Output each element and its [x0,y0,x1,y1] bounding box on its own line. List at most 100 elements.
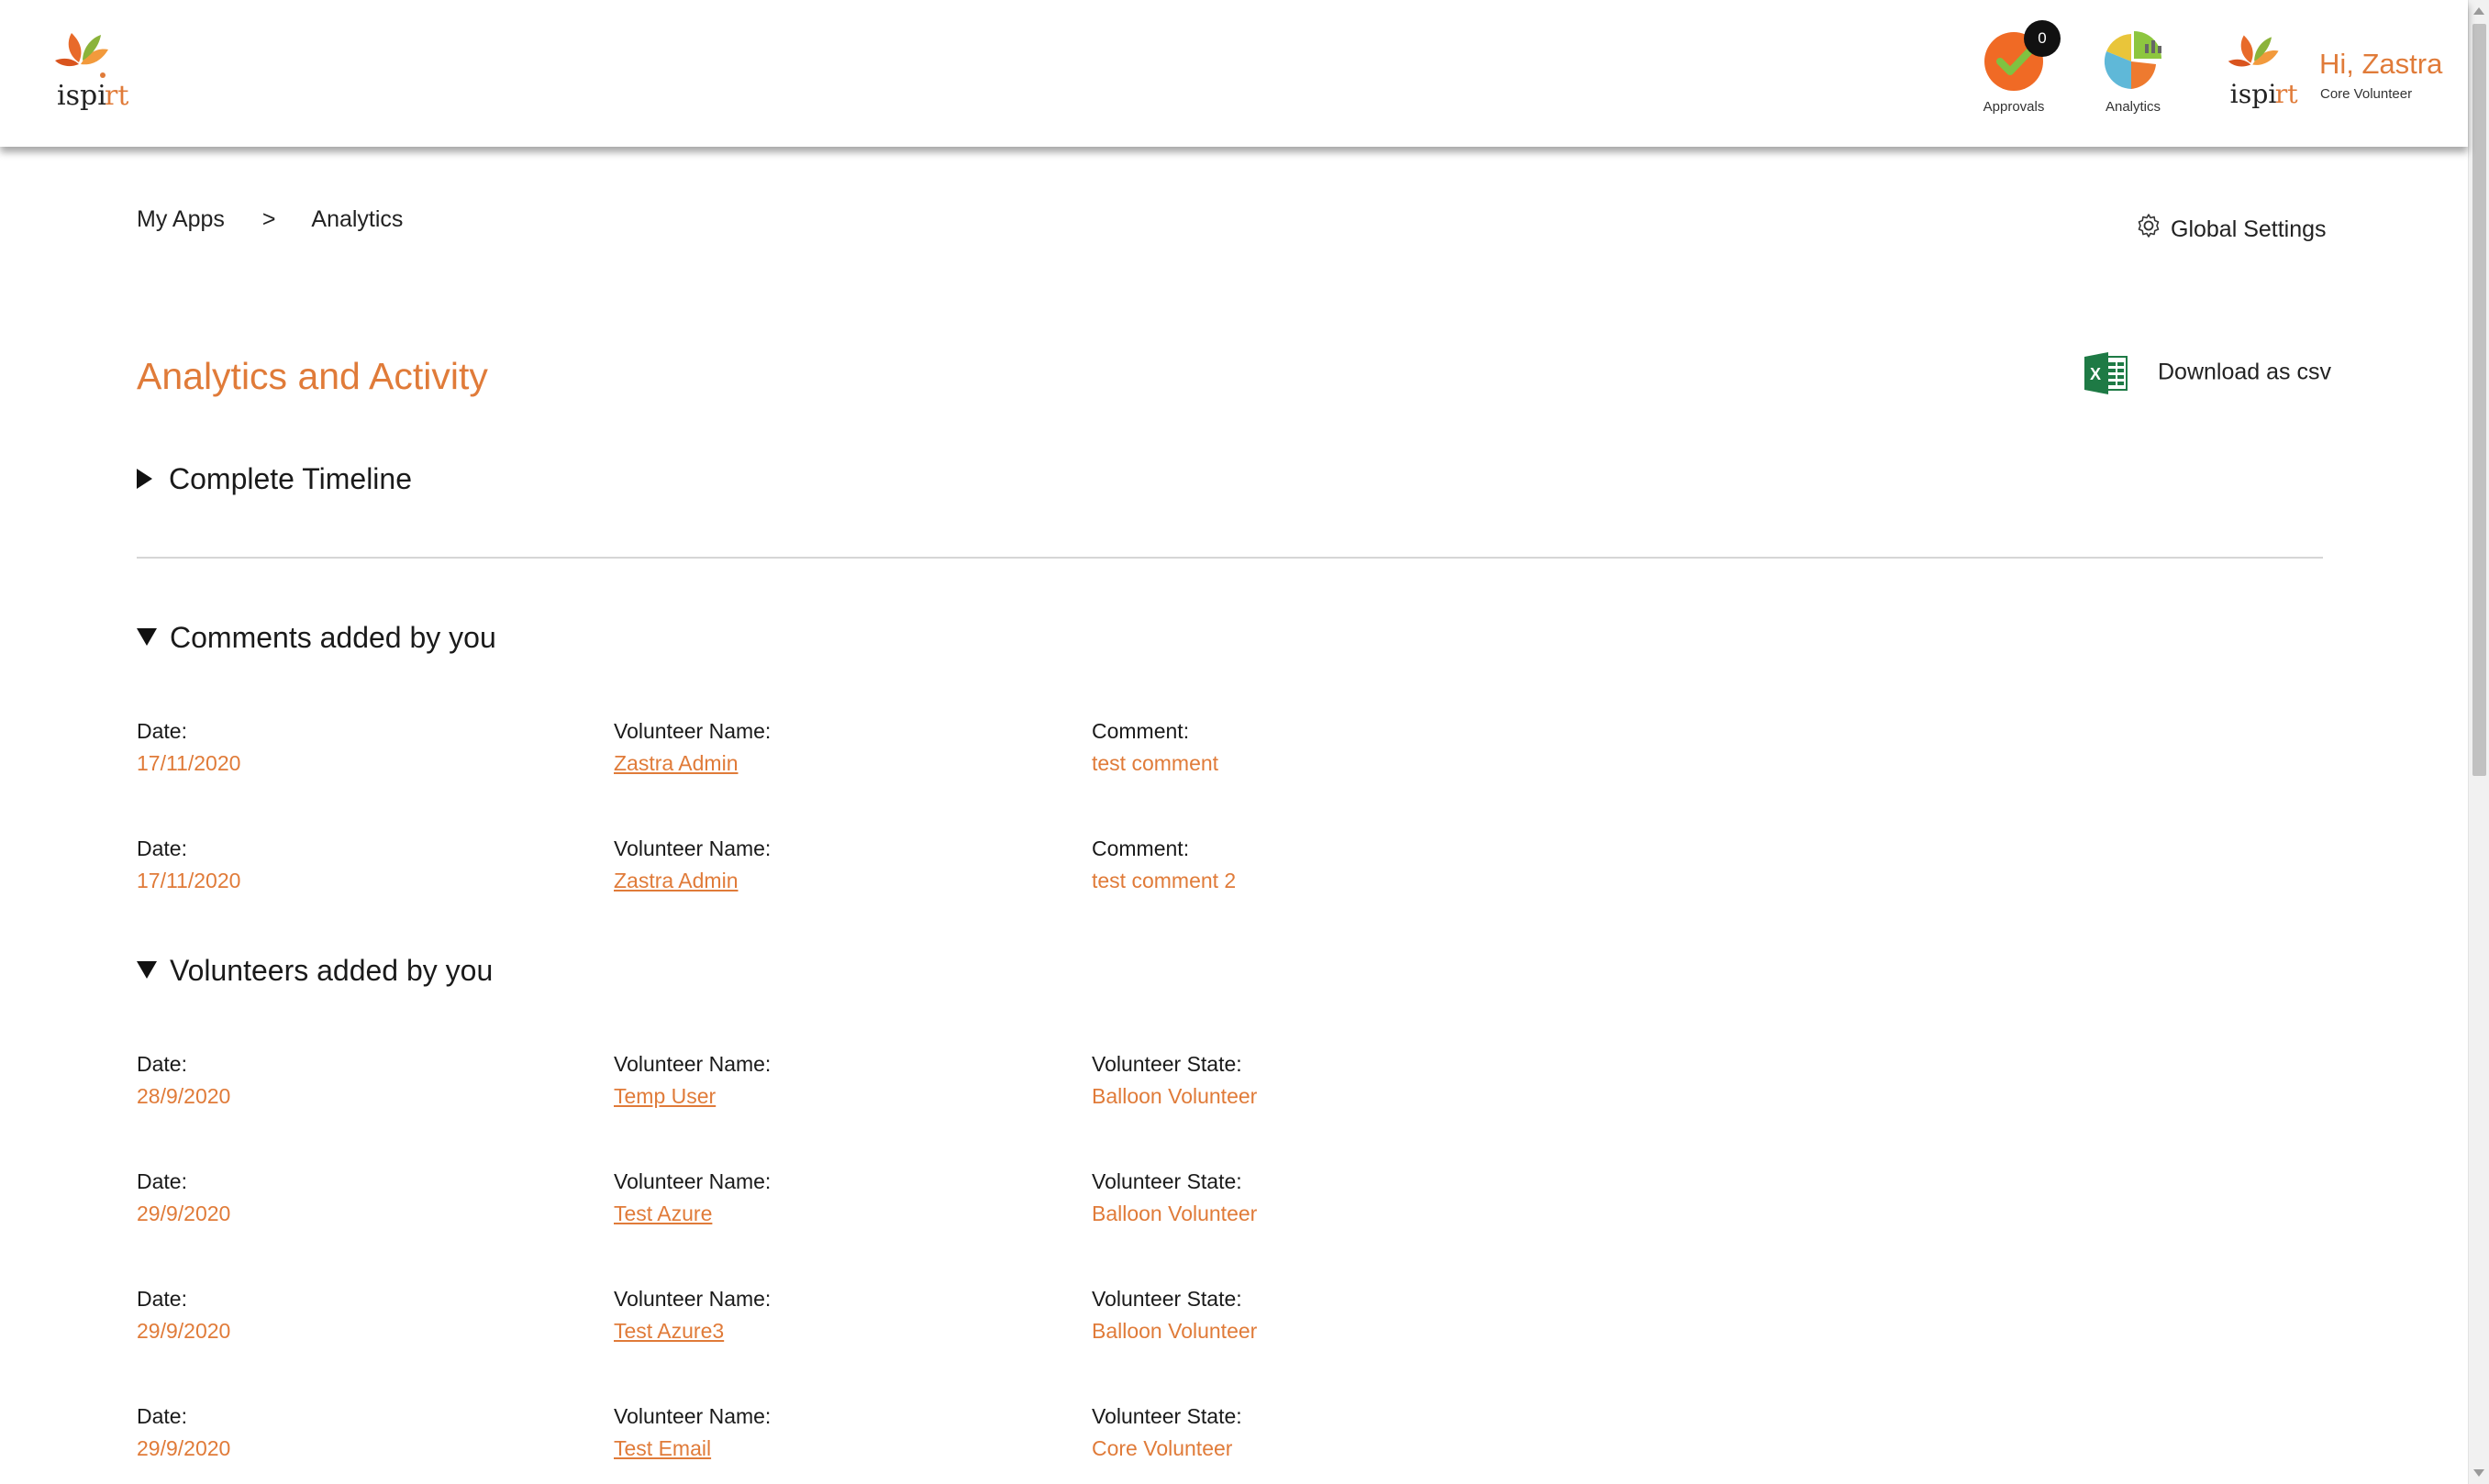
date-cell: Date: 28/9/2020 [137,1052,230,1109]
section-divider [137,557,2323,559]
breadcrumb-my-apps[interactable]: My Apps [137,206,225,233]
date-label: Date: [137,719,187,743]
date-value: 17/11/2020 [137,751,241,775]
volunteer-name-label: Volunteer Name: [614,836,772,860]
comment-label: Comment: [1092,719,1190,743]
volunteer-row: Date: 28/9/2020 Volunteer Name: Temp Use… [137,1052,2323,1116]
volunteer-name-cell: Volunteer Name: Zastra Admin [614,836,771,893]
analytics-label: Analytics [2105,99,2161,115]
download-csv-button[interactable]: X Download as csv [2083,349,2331,397]
volunteer-name-label: Volunteer Name: [614,1169,772,1193]
volunteer-state-label: Volunteer State: [1092,1287,1242,1311]
comment-value: test comment 2 [1092,869,1237,892]
date-value: 28/9/2020 [137,1084,231,1108]
volunteer-state-cell: Volunteer State: Balloon Volunteer [1092,1052,1257,1109]
caret-down-icon [137,628,157,646]
volunteers-section-toggle[interactable]: Volunteers added by you [137,954,493,988]
volunteer-name-cell: Volunteer Name: Test Azure [614,1169,771,1226]
date-value: 29/9/2020 [137,1319,231,1343]
analytics-pie-icon [2101,28,2165,92]
comment-label: Comment: [1092,836,1190,860]
svg-text:rt: rt [105,80,128,112]
volunteer-row: Date: 29/9/2020 Volunteer Name: Test Azu… [137,1287,2323,1351]
breadcrumb: My Apps > Analytics [137,206,403,233]
svg-text:ispi: ispi [2230,79,2277,109]
complete-timeline-toggle[interactable]: Complete Timeline [137,462,412,496]
volunteer-state-value: Balloon Volunteer [1092,1084,1258,1108]
volunteer-name-label: Volunteer Name: [614,1404,772,1428]
page-title: Analytics and Activity [137,355,488,397]
excel-icon: X [2083,349,2130,397]
volunteer-state-label: Volunteer State: [1092,1052,1242,1076]
volunteer-state-label: Volunteer State: [1092,1404,1242,1428]
volunteer-name-label: Volunteer Name: [614,1052,772,1076]
download-csv-label: Download as csv [2158,359,2331,385]
approvals-count-badge: 0 [2024,20,2061,57]
user-greeting: Hi, Zastra [2319,48,2443,80]
volunteer-state-value: Balloon Volunteer [1092,1319,1258,1343]
scroll-down-arrow-icon[interactable] [2473,1469,2484,1477]
date-label: Date: [137,1404,187,1428]
comments-section-title: Comments added by you [170,621,496,654]
comments-section-toggle[interactable]: Comments added by you [137,621,496,655]
volunteer-name-cell: Volunteer Name: Test Azure3 [614,1287,771,1344]
volunteer-name-link[interactable]: Test Azure [614,1202,771,1226]
global-settings-label: Global Settings [2171,216,2327,242]
volunteer-name-label: Volunteer Name: [614,719,772,743]
date-label: Date: [137,836,187,860]
user-avatar: ispi rt [2225,28,2303,119]
scrollbar-thumb[interactable] [2472,24,2486,776]
caret-right-icon [137,469,152,489]
approvals-label: Approvals [1983,99,2045,115]
comment-cell: Comment: test comment [1092,719,1218,776]
date-value: 29/9/2020 [137,1436,231,1460]
volunteer-name-cell: Volunteer Name: Temp User [614,1052,771,1109]
date-label: Date: [137,1052,187,1076]
top-header: ispi rt 0 Approvals Analytics ispi rt Hi… [0,0,2468,147]
comment-value: test comment [1092,751,1219,775]
volunteer-name-link[interactable]: Zastra Admin [614,751,771,776]
volunteer-name-link[interactable]: Test Email [614,1436,771,1461]
svg-text:rt: rt [2275,79,2299,109]
scroll-up-arrow-icon[interactable] [2473,7,2484,15]
ispirt-logo[interactable]: ispi rt [51,28,134,119]
svg-text:ispi: ispi [57,80,106,112]
caret-down-icon [137,961,157,979]
volunteer-state-cell: Volunteer State: Balloon Volunteer [1092,1169,1257,1226]
global-settings-button[interactable]: Global Settings [2136,213,2327,243]
volunteer-name-link[interactable]: Zastra Admin [614,869,771,893]
date-label: Date: [137,1287,187,1311]
vertical-scrollbar[interactable] [2468,0,2489,1484]
volunteer-name-cell: Volunteer Name: Zastra Admin [614,719,771,776]
volunteer-state-cell: Volunteer State: Balloon Volunteer [1092,1287,1257,1344]
complete-timeline-title: Complete Timeline [169,462,412,495]
comment-row: Date: 17/11/2020 Volunteer Name: Zastra … [137,836,2323,901]
volunteer-row: Date: 29/9/2020 Volunteer Name: Test Azu… [137,1169,2323,1234]
date-label: Date: [137,1169,187,1193]
svg-text:X: X [2090,365,2101,383]
date-cell: Date: 29/9/2020 [137,1169,230,1226]
date-cell: Date: 29/9/2020 [137,1404,230,1461]
user-role: Core Volunteer [2320,86,2413,102]
date-value: 29/9/2020 [137,1202,231,1225]
breadcrumb-separator: > [261,206,276,232]
date-value: 17/11/2020 [137,869,241,892]
date-cell: Date: 17/11/2020 [137,719,240,776]
volunteer-name-label: Volunteer Name: [614,1287,772,1311]
date-cell: Date: 17/11/2020 [137,836,240,893]
volunteer-state-label: Volunteer State: [1092,1169,1242,1193]
volunteer-state-cell: Volunteer State: Core Volunteer [1092,1404,1242,1461]
volunteer-name-link[interactable]: Temp User [614,1084,771,1109]
comment-cell: Comment: test comment 2 [1092,836,1236,893]
volunteer-row: Date: 29/9/2020 Volunteer Name: Test Ema… [137,1404,2323,1468]
approvals-icon: 0 [1982,20,2061,92]
volunteer-name-cell: Volunteer Name: Test Email [614,1404,771,1461]
comment-row: Date: 17/11/2020 Volunteer Name: Zastra … [137,719,2323,783]
gear-icon [2136,213,2161,238]
volunteer-state-value: Balloon Volunteer [1092,1202,1258,1225]
volunteer-name-link[interactable]: Test Azure3 [614,1319,771,1344]
ispirt-logo-icon: ispi rt [55,33,128,112]
approvals-button[interactable]: 0 Approvals [1959,20,2069,119]
analytics-button[interactable]: Analytics [2078,28,2188,119]
volunteer-state-value: Core Volunteer [1092,1436,1233,1460]
